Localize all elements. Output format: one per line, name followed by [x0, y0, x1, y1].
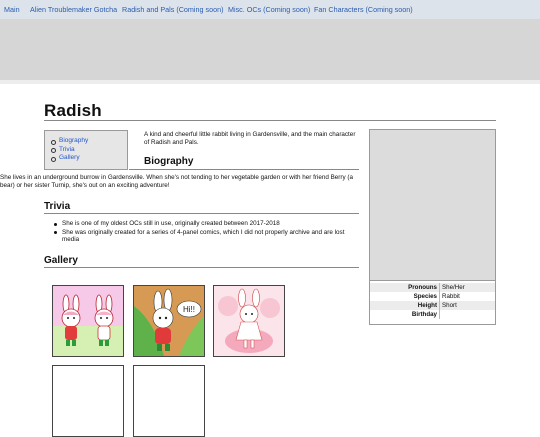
- infobox-row-birthday: Birthday: [370, 310, 495, 319]
- infobox-key: Height: [417, 302, 437, 309]
- trivia-item: She was originally created for a series …: [52, 229, 362, 244]
- nav-link-alien-troublemaker-gotcha[interactable]: Alien Troublemaker Gotcha: [30, 5, 117, 14]
- infobox-row-pronouns: Pronouns She/Her: [370, 283, 495, 292]
- trivia-item: She is one of my oldest OCs still in use…: [52, 220, 362, 228]
- gallery-heading: Gallery: [44, 255, 78, 266]
- infobox-key: Pronouns: [408, 284, 437, 291]
- header-banner: [0, 19, 540, 80]
- biography-divider: [129, 169, 359, 170]
- intro-text: A kind and cheerful little rabbit living…: [144, 131, 356, 146]
- title-divider: [44, 120, 496, 121]
- page-content: Radish Biography Trivia Gallery A kind a…: [0, 84, 496, 437]
- nav-link-misc-ocs[interactable]: Misc. OCs (Coming soon): [228, 5, 310, 14]
- nav-link-fan-characters[interactable]: Fan Characters (Coming soon): [314, 5, 413, 14]
- infobox-value: Rabbit: [442, 293, 460, 300]
- gallery-image-radish-dress[interactable]: [213, 285, 285, 357]
- character-infobox: Pronouns She/Her Species Rabbit Height S…: [369, 129, 496, 325]
- infobox-row-height: Height Short: [370, 301, 495, 310]
- infobox-separator: [439, 310, 440, 319]
- toc-item: Trivia: [51, 146, 88, 155]
- trivia-list: She is one of my oldest OCs still in use…: [52, 220, 362, 245]
- page-title: Radish: [44, 101, 102, 120]
- trivia-divider: [44, 213, 359, 214]
- biography-heading: Biography: [144, 156, 194, 167]
- biography-text: She lives in an underground burrow in Ga…: [0, 174, 353, 189]
- infobox-key: Birthday: [411, 311, 437, 318]
- infobox-image: [370, 130, 495, 281]
- trivia-heading: Trivia: [44, 201, 71, 212]
- toc-item: Gallery: [51, 154, 88, 163]
- gallery-image-placeholder[interactable]: [133, 365, 205, 437]
- infobox-value: Short: [442, 302, 457, 309]
- infobox-separator: [439, 283, 440, 292]
- gallery-image-placeholder[interactable]: [52, 365, 124, 437]
- gallery-divider: [44, 267, 359, 268]
- infobox-row-species: Species Rabbit: [370, 292, 495, 301]
- gallery-image-radish-and-turnip[interactable]: [52, 285, 124, 357]
- table-of-contents: Biography Trivia Gallery: [44, 130, 128, 170]
- toc-link-trivia[interactable]: Trivia: [59, 146, 75, 153]
- nav-link-radish-and-pals[interactable]: Radish and Pals (Coming soon): [122, 5, 223, 14]
- nav-link-main[interactable]: Main: [4, 5, 20, 14]
- infobox-key: Species: [413, 293, 437, 300]
- toc-item: Biography: [51, 137, 88, 146]
- top-navigation: Main Alien Troublemaker Gotcha Radish an…: [0, 0, 540, 19]
- gallery-image-radish-hi[interactable]: Hi!!: [133, 285, 205, 357]
- infobox-separator: [439, 292, 440, 301]
- infobox-separator: [439, 301, 440, 310]
- gallery-speech-bubble: Hi!!: [183, 305, 195, 314]
- infobox-value: She/Her: [442, 284, 465, 291]
- toc-link-gallery[interactable]: Gallery: [59, 154, 80, 161]
- toc-link-biography[interactable]: Biography: [59, 137, 88, 144]
